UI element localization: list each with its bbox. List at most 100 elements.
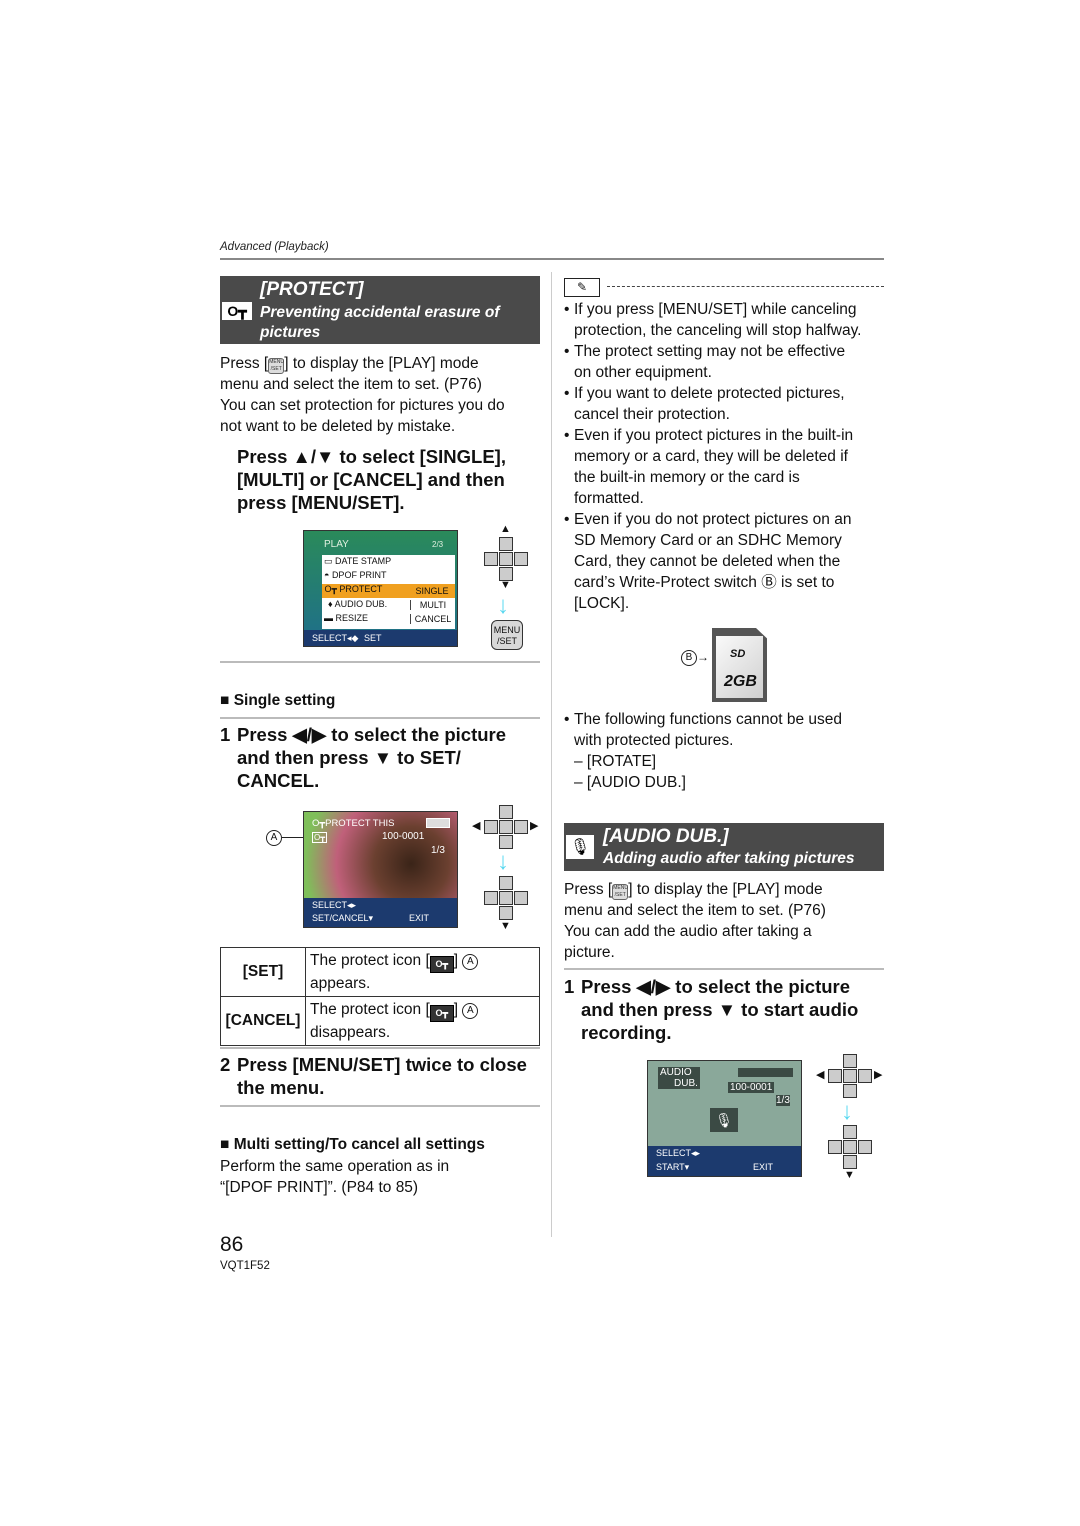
note-item: If you want to delete protected pictures… (564, 383, 886, 425)
table-key: [CANCEL] (220, 996, 306, 1046)
footer-select: SELECT◂▸ (656, 1148, 701, 1158)
menu-item-audio-dub[interactable]: ♦ AUDIO DUB. (328, 599, 387, 613)
step-line-3: recording. (581, 1022, 672, 1043)
note-line: card’s Write-Protect switch Ⓑ is set to (574, 574, 835, 591)
rule (220, 661, 540, 663)
note-line: The following functions cannot be used (574, 711, 842, 728)
dpad-left-right: ◀ ▶ (472, 805, 540, 851)
intro-line-3: You can set protection for pictures you … (220, 397, 505, 414)
menu-item-date-stamp[interactable]: ▭ DATE STAMP (324, 556, 391, 570)
option-single[interactable]: SINGLE (410, 586, 454, 596)
marker-a: A (462, 954, 479, 970)
down-arrow-icon: ▼ (500, 579, 511, 591)
menu-page: 2/3 (432, 540, 444, 549)
protect-instruction: Press ▲/▼ to select [SINGLE], [MULTI] or… (237, 445, 537, 514)
footer-select: SELECT◂◆ (312, 633, 359, 643)
menu-item-dpof-print[interactable]: ◓ DPOF PRINT (324, 570, 386, 584)
menu-header: PLAY (324, 539, 349, 550)
note-line: If you want to delete protected pictures… (574, 385, 845, 402)
document-code: VQT1F52 (220, 1260, 270, 1272)
note-line: Card, they cannot be deleted when the (574, 553, 841, 570)
intro-text-cont: ] to display the [PLAY] mode (284, 355, 479, 372)
rule (220, 1047, 540, 1049)
protect-subtitle-1: Preventing accidental erasure of (260, 304, 500, 321)
audio-footer: SELECT◂▸ START▾ EXIT (648, 1146, 801, 1176)
menu-item-resize[interactable]: ▬ RESIZE (324, 613, 368, 627)
intro-line-3: You can add the audio after taking a (564, 923, 812, 940)
note-item: The following functions cannot be used w… (564, 709, 886, 793)
note-dashed-rule (607, 286, 884, 287)
rule (220, 717, 540, 719)
callout-arrow: → (697, 650, 709, 664)
protect-step-2: 2 Press [MENU/SET] twice to close the me… (220, 1053, 540, 1099)
audio-title-1: AUDIO (660, 1067, 692, 1078)
desc-text-2: disappears. (310, 1024, 391, 1041)
image-count: 1/3 (776, 1095, 790, 1106)
intro-text: Press [ (564, 881, 613, 898)
restricted-item: – [AUDIO DUB.] (574, 774, 686, 791)
instruction-line-1: Press ▲/▼ to select [SINGLE], (237, 446, 506, 467)
multi-line-1: Perform the same operation as in (220, 1158, 450, 1175)
footer-exit: EXIT (409, 913, 430, 923)
right-arrow-icon: ▶ (530, 820, 539, 832)
table-row: [SET] The protect icon [O┳] A appears. (220, 947, 540, 997)
photo-title-text: PROTECT THIS (325, 818, 395, 829)
protect-icon: O┳ (429, 956, 454, 973)
step-line-2: and then press ▼ to SET/ (237, 747, 461, 768)
set-label: /SET (496, 636, 517, 646)
desc-text: ] (453, 952, 463, 969)
menu-set-button-icon: MENU/SET (268, 358, 285, 374)
callout-b: B (681, 650, 697, 666)
desc-text: The protect icon [ (310, 1001, 430, 1018)
menu-item-label: DPOF PRINT (331, 570, 387, 580)
step-line-2: and then press ▼ to start audio (581, 999, 859, 1020)
instruction-line-2: [MULTI] or [CANCEL] and then (237, 469, 505, 490)
protect-subtitle-2: pictures (260, 324, 321, 341)
notes-list: If you press [MENU/SET] while canceling … (564, 299, 886, 614)
protect-icon: O┳ (429, 1005, 454, 1022)
option-multi[interactable]: MULTI (410, 600, 455, 610)
right-arrow-icon: ▶ (874, 1069, 883, 1081)
audio-dub-title: [AUDIO DUB.] (603, 826, 729, 847)
protect-step-1: 1 Press ◀/▶ to select the picture and th… (220, 723, 540, 792)
menu-item-label: DATE STAMP (335, 556, 392, 566)
audio-dub-intro: Press [MENU/SET] to display the [PLAY] m… (564, 879, 884, 963)
marker-a: A (462, 1003, 479, 1019)
dpad-down: ▼ (484, 876, 532, 934)
set-cancel-table: [SET] The protect icon [O┳] A appears. [… (220, 947, 540, 1046)
menu-set-button[interactable]: MENU /SET (491, 620, 523, 650)
note-line: Even if you protect pictures in the buil… (574, 427, 854, 444)
column-divider (551, 272, 552, 1237)
note-line: the built-in memory or the card is (574, 469, 800, 486)
step-line-1: Press ◀/▶ to select the picture (581, 976, 851, 997)
option-cancel[interactable]: CANCEL (410, 614, 455, 624)
step-number: 1 (220, 724, 231, 745)
note-line: cancel their protection. (574, 406, 730, 423)
table-desc: The protect icon [O┳] A appears. (305, 947, 540, 997)
multi-setting-heading: ■ Multi setting/To cancel all settings (220, 1136, 485, 1154)
microphone-icon: 🎙 (710, 1108, 738, 1132)
sd-logo: SD (730, 648, 746, 660)
sd-capacity: 2GB (724, 673, 757, 690)
rule (564, 968, 884, 970)
square-bullet-icon: ■ (220, 1136, 230, 1153)
note-line: Even if you do not protect pictures on a… (574, 511, 852, 528)
multi-setting-text: Perform the same operation as in “[DPOF … (220, 1156, 449, 1198)
down-arrow-cyan-icon: ↓ (497, 848, 509, 875)
photo-screen: O┳PROTECT THIS O┳ 100-0001 1/3 SELECT◂▸ … (303, 811, 458, 928)
note-book-icon: ✎ (564, 278, 600, 297)
audio-title: AUDIO DUB. (658, 1067, 700, 1089)
note-line: SD Memory Card or an SDHC Memory (574, 532, 842, 549)
rule (220, 1105, 540, 1107)
sd-card-icon: SD 2GB (712, 628, 767, 702)
menu-footer: SELECT◂◆ SET (304, 630, 457, 646)
down-arrow-cyan-icon: ↓ (497, 592, 509, 619)
status-icons (738, 1068, 793, 1077)
note-line: with protected pictures. (574, 732, 734, 749)
footer-select: SELECT◂▸ (312, 900, 357, 910)
desc-text: ] (453, 1001, 463, 1018)
file-number: 100-0001 (728, 1082, 775, 1093)
callout-a: A (266, 830, 282, 846)
footer-exit: EXIT (753, 1162, 774, 1172)
menu-list: ▭ DATE STAMP ◓ DPOF PRINT O┳ PROTECT ♦ A… (322, 555, 455, 629)
